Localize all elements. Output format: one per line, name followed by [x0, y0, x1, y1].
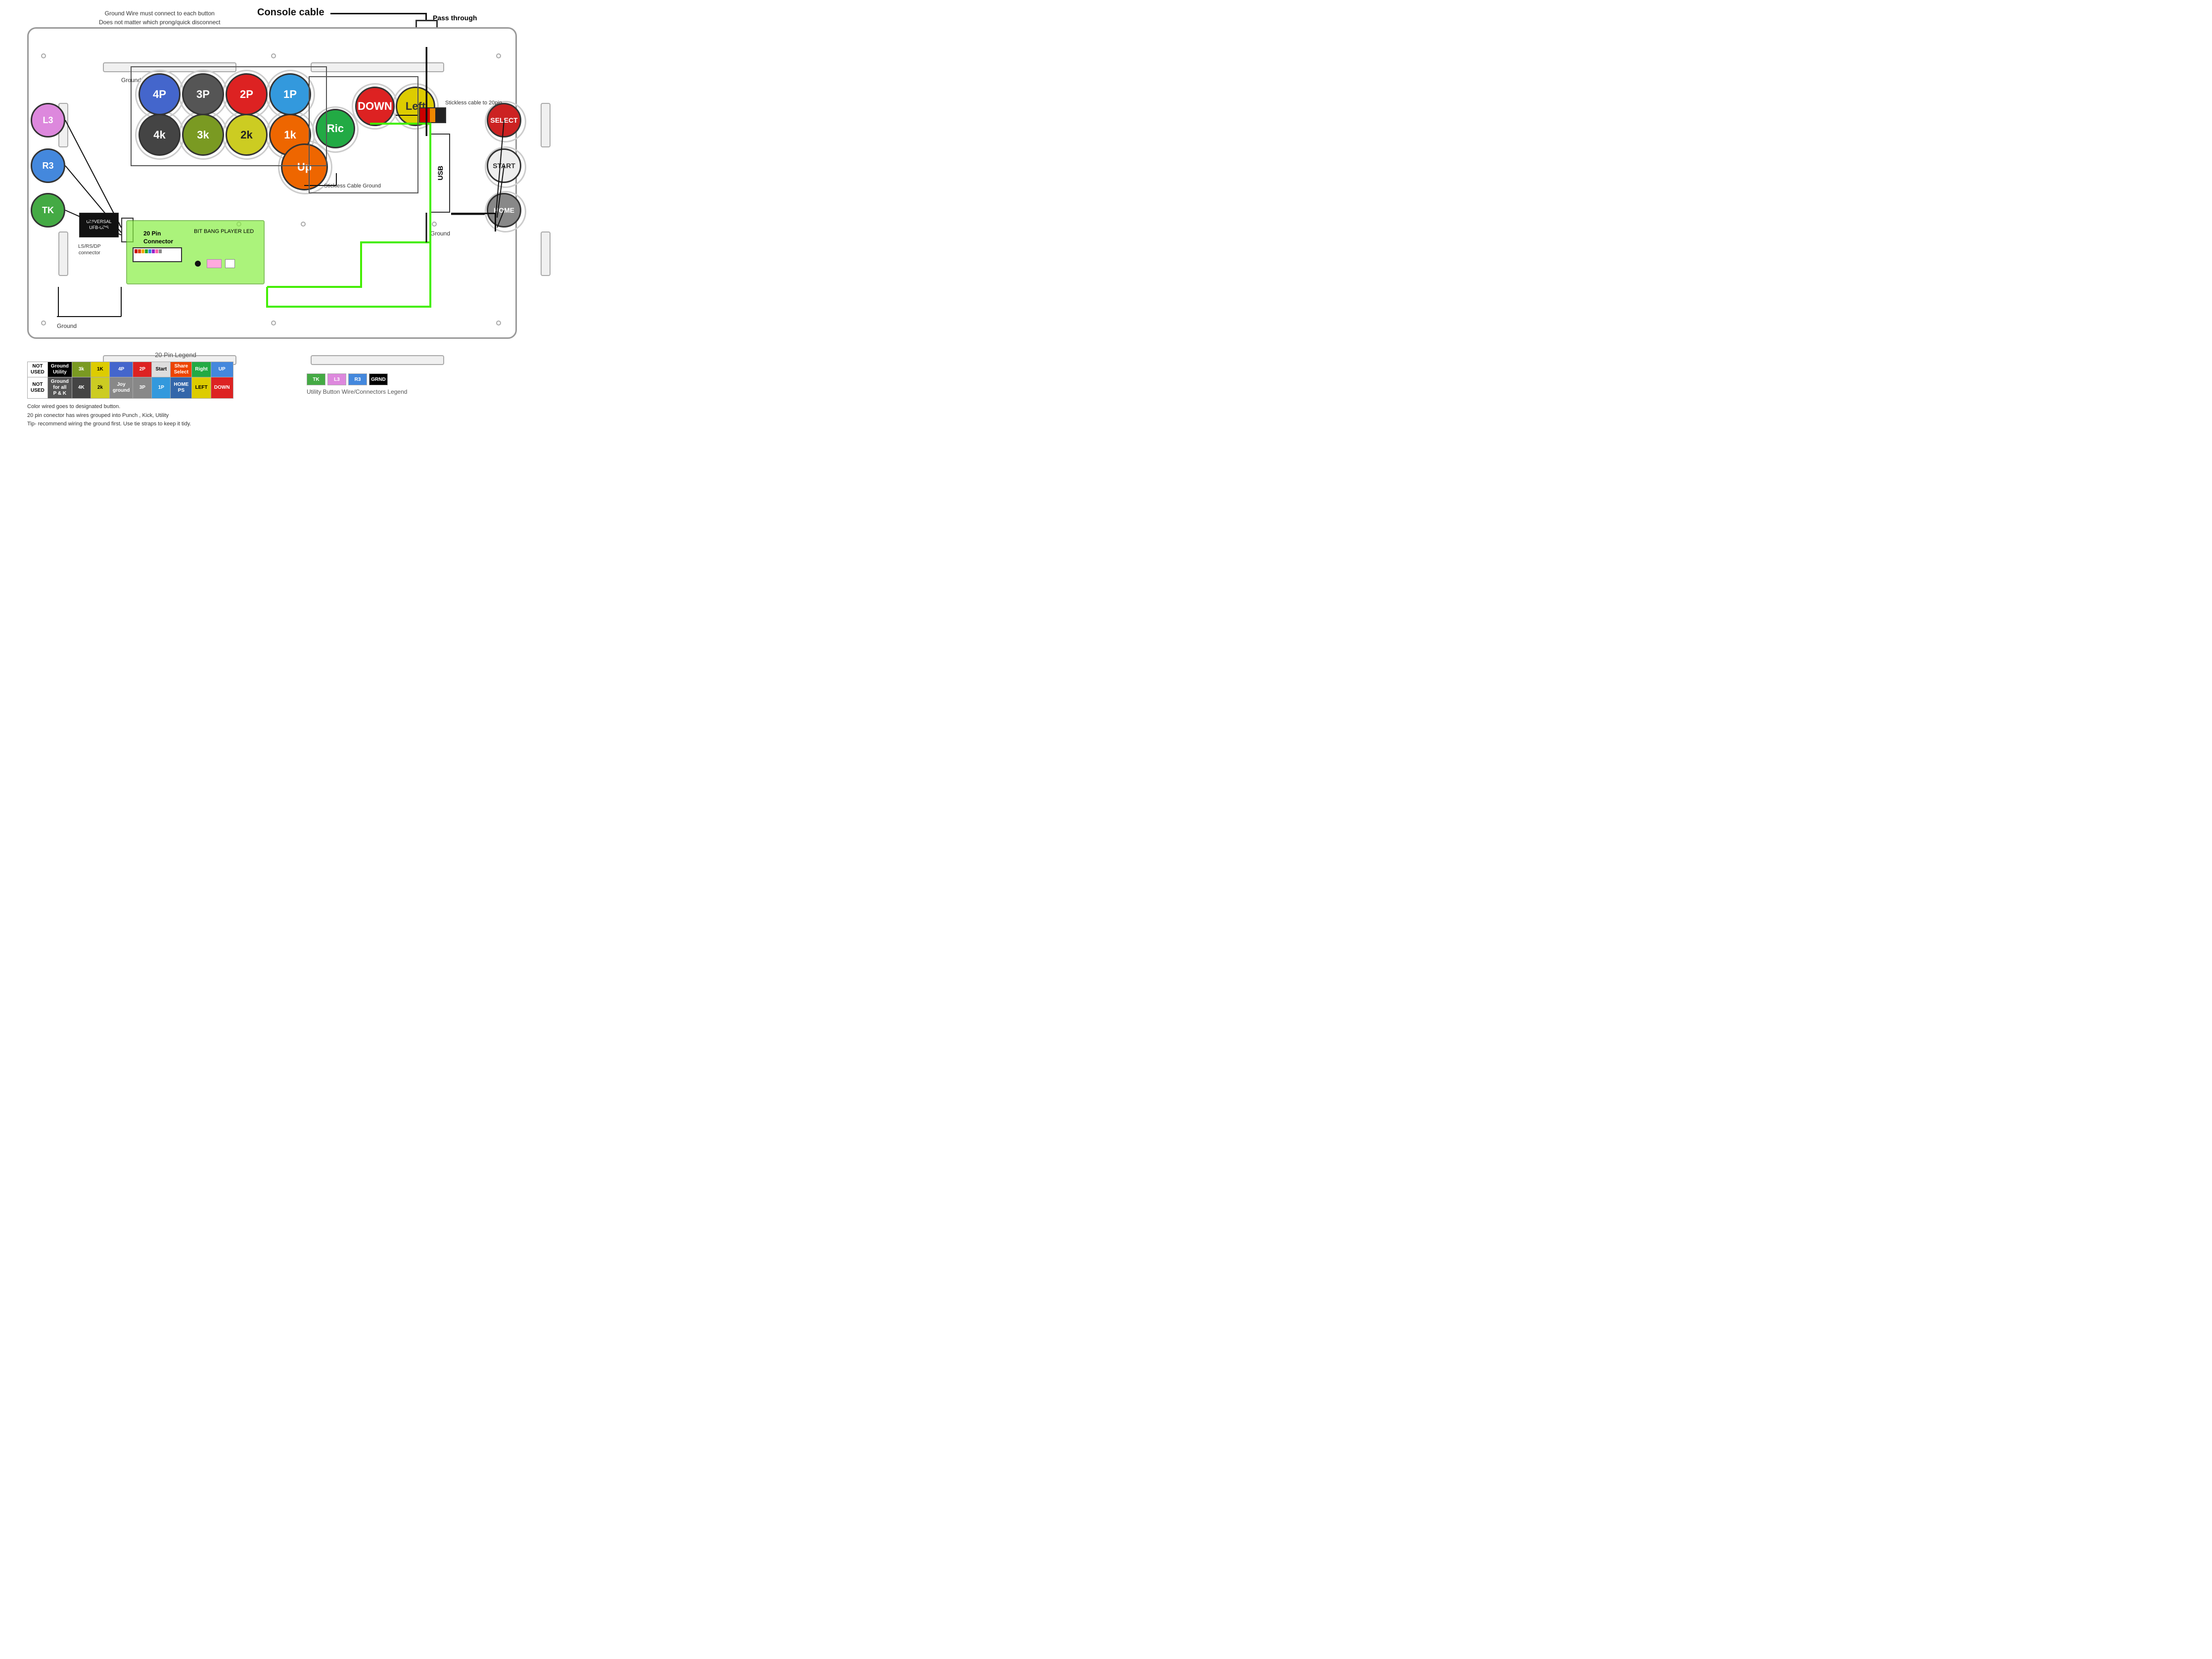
- ufb-board: UNIVERSAL UFB-UPS: [79, 213, 119, 237]
- utility-row: TKL3R3GRND: [307, 373, 407, 385]
- ground-label-bottom: Ground: [57, 323, 77, 329]
- stickless-cable-ground-label: Stickless Cable Ground: [324, 183, 381, 189]
- black-dot: [195, 261, 201, 267]
- white-connector-small: [225, 259, 235, 268]
- utility-legend-section: TKL3R3GRND Utility Button Wire/Connector…: [297, 364, 407, 395]
- button-4p[interactable]: 4P: [138, 73, 181, 115]
- button-3p[interactable]: 3P: [182, 73, 224, 115]
- utility-legend-title: Utility Button Wire/Connectors Legend: [307, 388, 407, 395]
- corner-dot-bl: [41, 321, 46, 325]
- button-tk[interactable]: TK: [31, 193, 65, 228]
- dot-mid2: [301, 222, 306, 227]
- button-r3[interactable]: R3: [31, 148, 65, 183]
- button-l3[interactable]: L3: [31, 103, 65, 138]
- pass-through-label: Pass through: [433, 14, 477, 22]
- side-handle-left-bottom: [58, 231, 68, 276]
- top-rail-right: [311, 62, 444, 72]
- ls-rs-dp-label: LS/RS/DP connector: [78, 243, 101, 256]
- dot-right-mid: [432, 222, 437, 227]
- corner-dot-tr: [496, 53, 501, 58]
- pin20-label: 20 Pin Connector: [143, 230, 173, 245]
- button-4k[interactable]: 4k: [138, 114, 181, 156]
- corner-dot-tl: [41, 53, 46, 58]
- corner-dot-bc: [271, 321, 276, 325]
- wire-h-right: [451, 213, 496, 214]
- button-start[interactable]: START: [487, 148, 521, 183]
- pin-connector-box: [133, 247, 182, 262]
- legend-section: 20 Pin Legend NOT USEDGround Utility3k1K…: [27, 351, 324, 429]
- button-3k[interactable]: 3k: [182, 114, 224, 156]
- corner-dot-tc: [271, 53, 276, 58]
- pink-connector: [207, 259, 222, 268]
- stickless-cable-to-20pin-label: Stickless cable to 20pin: [445, 100, 502, 106]
- console-cable-line: [330, 13, 427, 14]
- button-1p[interactable]: 1P: [269, 73, 311, 115]
- legend-title: 20 Pin Legend: [27, 351, 324, 359]
- legend-table: NOT USEDGround Utility3k1K4P2PStartShare…: [27, 362, 233, 399]
- console-cable-label: Console cable: [257, 7, 324, 18]
- top-rail-left: [103, 62, 236, 72]
- button-2k[interactable]: 2k: [226, 114, 268, 156]
- main-container: @eternalrival Ground Wire must connect t…: [0, 0, 552, 415]
- usb-box: USB: [430, 134, 450, 213]
- side-handle-right-top: [541, 103, 551, 147]
- button-down[interactable]: DOWN: [355, 87, 395, 126]
- button-select[interactable]: SELECT: [487, 103, 521, 138]
- button-right[interactable]: Ric: [316, 109, 355, 148]
- button-up[interactable]: Up: [281, 143, 328, 190]
- button-home[interactable]: HOME: [487, 193, 521, 228]
- legend-notes: Color wired goes to designated button.20…: [27, 403, 324, 429]
- wire-ground-right: [495, 214, 496, 231]
- bitbang-label: BIT BANG PLAYER LED: [194, 229, 254, 234]
- side-handle-right-bottom: [541, 231, 551, 276]
- ground-label-right: Ground: [430, 230, 450, 237]
- top-note: Ground Wire must connect to each button …: [99, 9, 220, 27]
- button-2p[interactable]: 2P: [226, 73, 268, 115]
- usb-wire-v: [426, 47, 427, 136]
- corner-dot-br: [496, 321, 501, 325]
- cable-connector-strips: [419, 107, 446, 123]
